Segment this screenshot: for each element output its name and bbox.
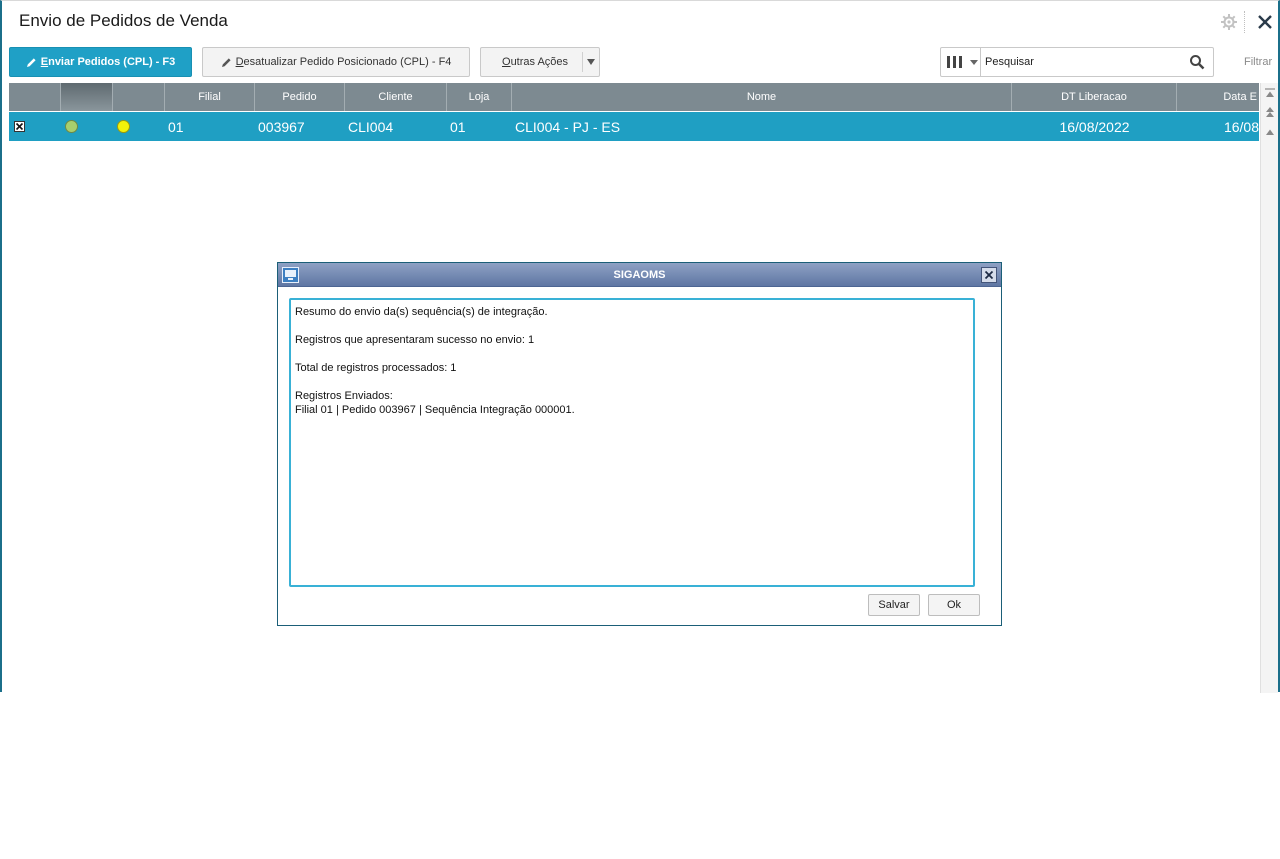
outras-acoes-dropdown[interactable]: Outras Ações [480, 47, 600, 77]
filter-link[interactable]: Filtrar [1244, 56, 1272, 68]
search-icon[interactable] [1189, 54, 1205, 70]
header-loja[interactable]: Loja [447, 83, 512, 111]
salvar-button[interactable]: Salvar [868, 594, 920, 616]
cell-dt-liberacao: 16/08/2022 [1059, 118, 1130, 135]
dialog-titlebar: SIGAOMS [278, 263, 1001, 287]
chevron-down-icon [587, 59, 595, 65]
cell-loja: 01 [450, 118, 466, 135]
scroll-top-icon[interactable] [1263, 87, 1277, 101]
summary-textarea[interactable]: Resumo do envio da(s) sequência(s) de in… [289, 298, 975, 587]
columns-icon-bar [959, 56, 962, 68]
status-legend-2[interactable] [117, 112, 130, 141]
close-icon[interactable] [981, 267, 997, 283]
window-title: Envio de Pedidos de Venda [19, 11, 228, 30]
header-status-col-2[interactable] [113, 83, 165, 111]
header-filial[interactable]: Filial [165, 83, 255, 111]
columns-icon [947, 56, 950, 68]
table-row[interactable]: 01 003967 CLI004 01 CLI004 - PJ - ES 16/… [9, 112, 1259, 141]
summary-line: Total de registros processados: 1 [295, 362, 457, 374]
header-checkbox-col[interactable] [9, 83, 61, 111]
gear-icon[interactable] [1220, 13, 1238, 31]
header-pedido[interactable]: Pedido [255, 83, 345, 111]
search-box [940, 47, 1214, 77]
row-checkbox[interactable] [14, 112, 25, 141]
grid-scrollbar[interactable] [1260, 83, 1278, 693]
status-legend-1[interactable] [65, 112, 78, 141]
header-data-e[interactable]: Data E [1177, 83, 1259, 111]
scroll-page-up-icon[interactable] [1263, 105, 1277, 119]
header-cliente[interactable]: Cliente [345, 83, 447, 111]
summary-line: Registros Enviados: [295, 390, 393, 402]
columns-icon-bar [953, 56, 956, 68]
summary-line: Filial 01 | Pedido 003967 | Sequência In… [295, 404, 575, 416]
desatualizar-pedido-button[interactable]: Desatualizar Pedido Posicionado (CPL) - … [202, 47, 470, 77]
status-dot-icon [65, 120, 78, 133]
enviar-pedidos-label: Enviar Pedidos (CPL) - F3 [40, 56, 176, 68]
cell-pedido: 003967 [258, 118, 305, 135]
desatualizar-pedido-label: Desatualizar Pedido Posicionado (CPL) - … [235, 56, 452, 68]
summary-line: Registros que apresentaram sucesso no en… [295, 334, 535, 346]
pencil-icon [26, 57, 36, 67]
scroll-up-icon[interactable] [1263, 125, 1277, 139]
cell-filial: 01 [168, 118, 184, 135]
enviar-pedidos-button[interactable]: Enviar Pedidos (CPL) - F3 [9, 47, 192, 77]
title-divider [1244, 11, 1245, 33]
pencil-icon [221, 57, 231, 67]
checkbox-checked-icon [14, 121, 25, 132]
cell-cliente: CLI004 [348, 118, 394, 135]
status-dot-icon [117, 120, 130, 133]
outras-acoes-label: Outras Ações [502, 56, 569, 68]
chevron-down-icon [970, 59, 978, 65]
summary-line [295, 347, 969, 361]
dialog-title: SIGAOMS [613, 269, 666, 281]
grid-header: Filial Pedido Cliente Loja Nome DT Liber… [9, 83, 1259, 111]
sigaoms-dialog: SIGAOMS Resumo do envio da(s) sequência(… [277, 262, 1002, 626]
dropdown-separator [582, 52, 583, 72]
header-nome[interactable]: Nome [512, 83, 1012, 111]
search-input[interactable] [985, 52, 1185, 72]
ok-button[interactable]: Ok [928, 594, 980, 616]
summary-line: Resumo do envio da(s) sequência(s) de in… [295, 306, 548, 318]
columns-toggle[interactable] [941, 48, 981, 76]
summary-line [295, 375, 969, 389]
header-dt-liberacao[interactable]: DT Liberacao [1012, 83, 1177, 111]
summary-line [295, 319, 969, 333]
cell-data-e: 16/08 [1223, 118, 1259, 135]
cell-nome: CLI004 - PJ - ES [515, 118, 621, 135]
close-icon[interactable] [1254, 11, 1276, 33]
header-status-col-1[interactable] [61, 83, 113, 111]
